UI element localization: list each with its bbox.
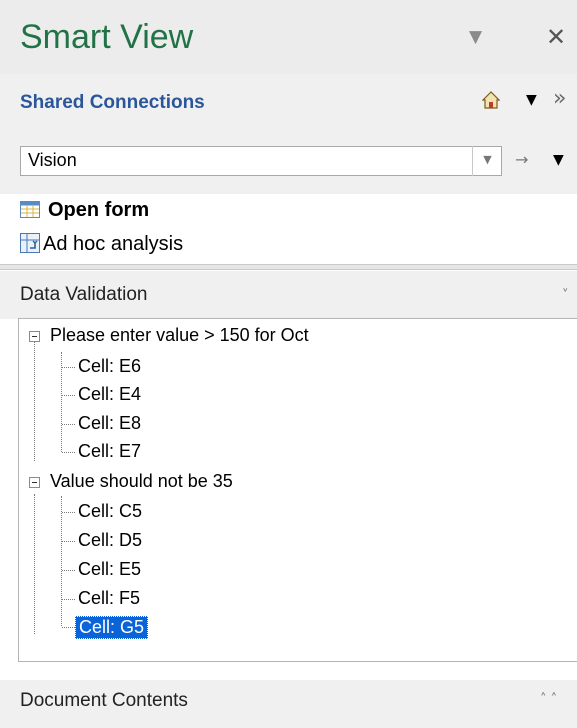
form-grid-icon	[20, 201, 40, 218]
close-icon[interactable]: ✕	[546, 23, 566, 51]
tree-line	[62, 541, 75, 542]
document-contents-title[interactable]: Document Contents	[20, 690, 188, 712]
open-form-link[interactable]: Open form	[48, 199, 149, 222]
shared-connections-title[interactable]: Shared Connections	[20, 92, 205, 114]
tree-cell-item[interactable]: Cell: E4	[78, 384, 141, 405]
tree-cell-item[interactable]: Cell: F5	[78, 588, 140, 609]
tree-line	[62, 512, 75, 513]
adhoc-icon	[20, 233, 40, 253]
tree-line	[62, 599, 75, 600]
chevron-up-icon[interactable]: ˄ ˄	[540, 692, 557, 707]
chevron-down-icon[interactable]: ˅	[562, 288, 569, 303]
tree-cell-item[interactable]: Cell: E8	[78, 413, 141, 434]
validation-group-label[interactable]: Please enter value > 150 for Oct	[50, 325, 309, 346]
tree-line	[34, 494, 35, 634]
more-options-icon[interactable]: »	[553, 86, 566, 111]
connection-menu-icon[interactable]: ▼	[526, 92, 537, 108]
tree-line	[62, 395, 75, 396]
tree-line	[62, 367, 75, 368]
tree-cell-item[interactable]: Cell: E7	[78, 441, 141, 462]
tree-cell-item-selected[interactable]: Cell: G5	[75, 616, 149, 639]
pane-splitter[interactable]	[0, 264, 577, 270]
tree-line	[62, 452, 75, 453]
tree-line	[62, 570, 75, 571]
tree-line	[62, 424, 75, 425]
tree-line	[62, 627, 75, 628]
connection-dropdown-icon[interactable]: ▼	[553, 152, 564, 168]
select-chevron-down-icon[interactable]: ▼	[472, 146, 502, 176]
validation-group-label[interactable]: Value should not be 35	[50, 471, 233, 492]
panel-options-dropdown-icon[interactable]: ▼	[469, 27, 482, 47]
tree-cell-item[interactable]: Cell: E5	[78, 559, 141, 580]
tree-line	[61, 496, 62, 626]
connection-select[interactable]	[20, 146, 502, 176]
data-validation-title[interactable]: Data Validation	[20, 284, 147, 306]
collapse-toggle-icon[interactable]	[29, 477, 40, 488]
tree-line	[34, 341, 35, 461]
collapse-toggle-icon[interactable]	[29, 331, 40, 342]
tree-cell-item[interactable]: Cell: D5	[78, 530, 142, 551]
connection-select-value[interactable]: Vision	[28, 150, 77, 171]
go-arrow-icon[interactable]: →	[515, 150, 528, 169]
ad-hoc-analysis-link[interactable]: Ad hoc analysis	[43, 233, 183, 256]
tree-cell-item[interactable]: Cell: C5	[78, 501, 142, 522]
tree-cell-item[interactable]: Cell: E6	[78, 356, 141, 377]
panel-title: Smart View	[20, 18, 194, 56]
home-icon[interactable]	[482, 90, 500, 110]
